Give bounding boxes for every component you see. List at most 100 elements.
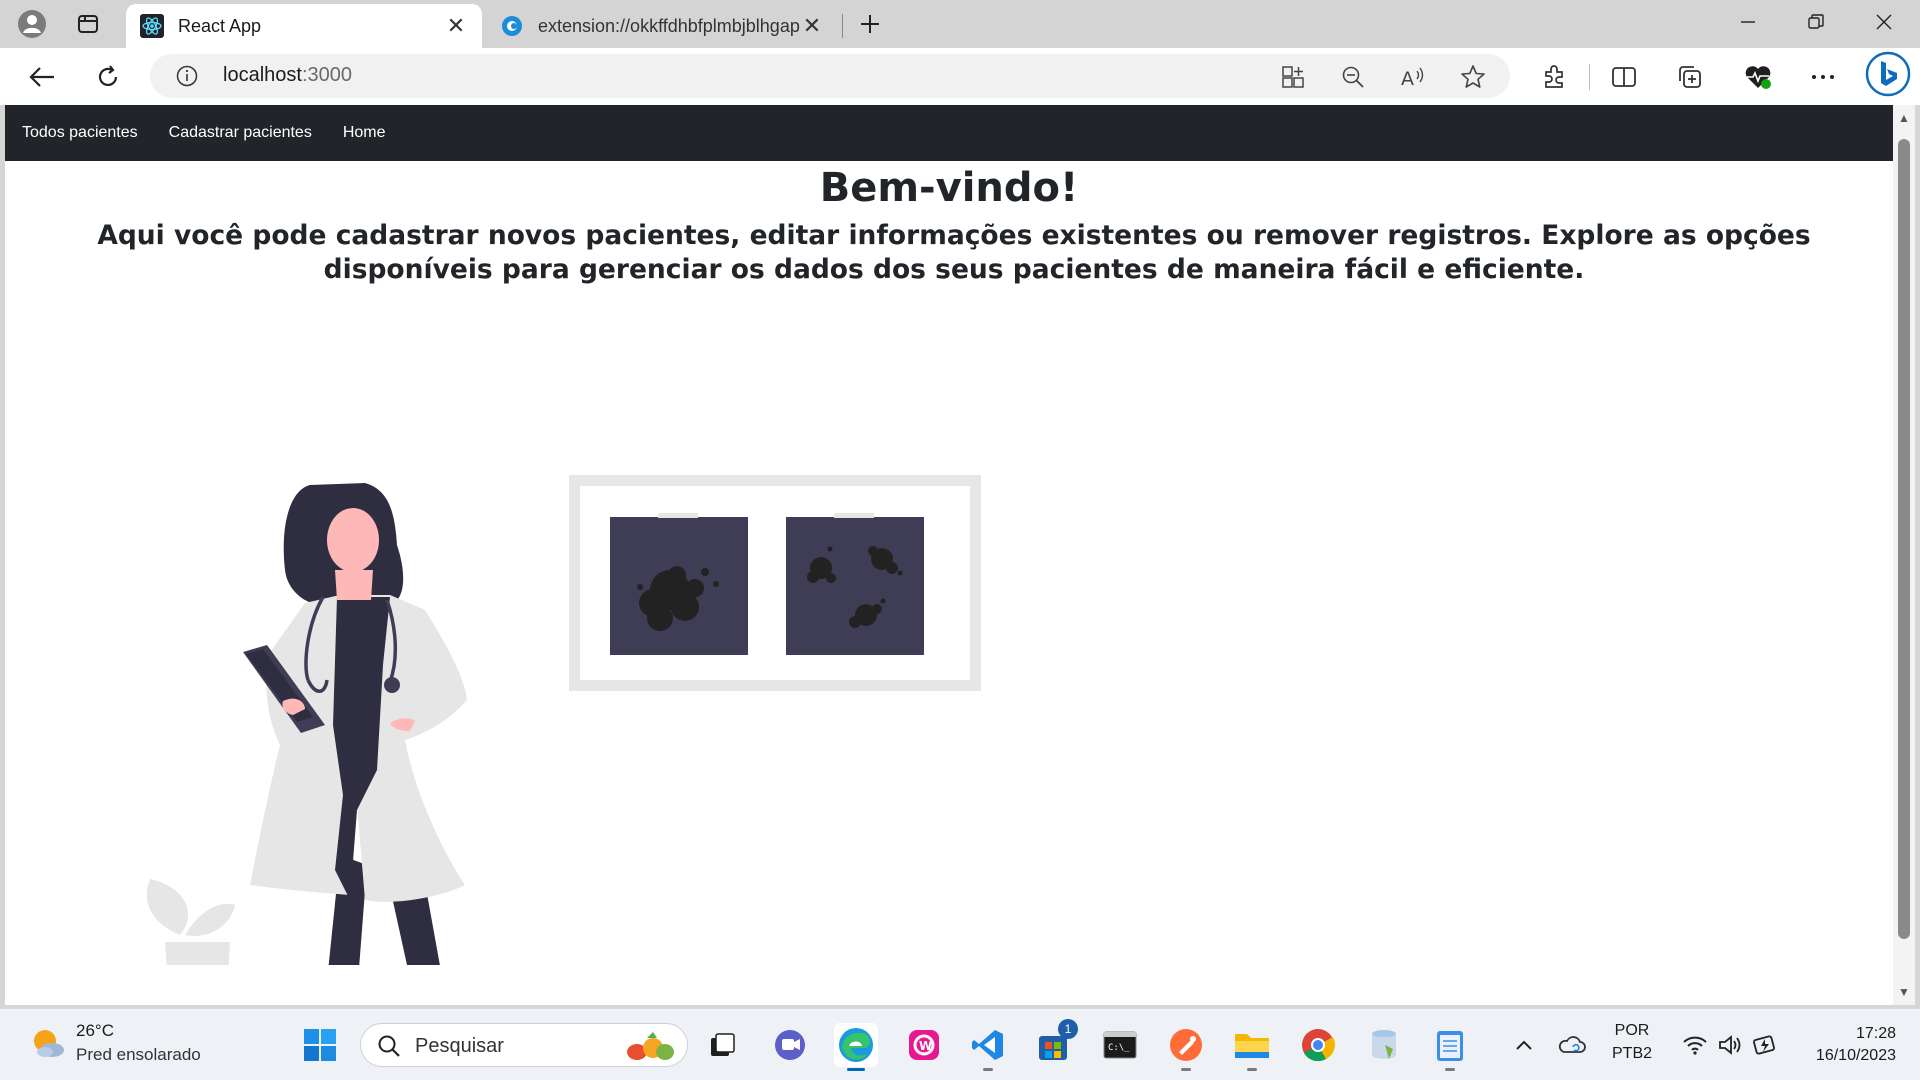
- wifi-icon: [1683, 1036, 1707, 1055]
- input-language-indicator[interactable]: POR PTB2: [1612, 1019, 1652, 1065]
- doctor-figure: [243, 483, 467, 965]
- collections-button[interactable]: [1673, 60, 1707, 94]
- search-highlight-icon: [627, 1032, 674, 1060]
- doctor-illustration: [146, 475, 981, 965]
- keyboard-layout: PTB2: [1612, 1045, 1653, 1062]
- heart-pulse-icon: [1745, 66, 1771, 89]
- store-badge: 1: [1058, 1019, 1078, 1039]
- database-app-button[interactable]: [1362, 1023, 1406, 1067]
- task-view-icon: [711, 1033, 735, 1056]
- extension-favicon-icon: [502, 16, 522, 36]
- clock-date: 16/10/2023: [1815, 1047, 1896, 1064]
- nav-link-home[interactable]: Home: [343, 124, 386, 142]
- minimize-icon: [1741, 21, 1755, 23]
- xray-film-right: [786, 517, 924, 655]
- scroll-down-arrow-icon[interactable]: ▼: [1897, 985, 1911, 999]
- profile-icon: [18, 10, 46, 38]
- more-icon: [1812, 75, 1834, 79]
- info-icon[interactable]: [176, 65, 198, 87]
- address-bar[interactable]: localhost:3000 A: [150, 54, 1510, 98]
- scroll-up-arrow-icon[interactable]: ▲: [1897, 111, 1911, 125]
- weather-temperature: 26°C: [76, 1021, 114, 1040]
- terminal-button[interactable]: C:\_: [1098, 1023, 1142, 1067]
- chevron-up-icon: [1516, 1040, 1532, 1050]
- tab-react-app[interactable]: React App ✕: [126, 4, 482, 48]
- windows-logo-icon: [304, 1029, 336, 1061]
- url-text[interactable]: localhost:3000: [223, 64, 352, 87]
- copilot-button[interactable]: [1864, 50, 1912, 98]
- sunny-weather-icon: [34, 1030, 64, 1057]
- star-icon: [1461, 65, 1485, 88]
- file-explorer-button[interactable]: [1230, 1023, 1274, 1071]
- postman-button[interactable]: [1164, 1023, 1208, 1071]
- volume-icon: [1719, 1035, 1741, 1055]
- vscode-button[interactable]: [966, 1023, 1010, 1071]
- plant-decoration: [146, 879, 235, 965]
- clock[interactable]: 17:28 16/10/2023: [1796, 1023, 1896, 1067]
- react-favicon-icon: [140, 14, 164, 38]
- page-title: Bem-vindo!: [819, 165, 1079, 211]
- clock-time: 17:28: [1855, 1025, 1896, 1042]
- close-icon: [1876, 14, 1892, 30]
- teams-chat-button[interactable]: [768, 1023, 812, 1067]
- start-button[interactable]: [298, 1023, 342, 1067]
- search-icon: [378, 1035, 400, 1057]
- store-button[interactable]: 1: [1032, 1019, 1078, 1067]
- tab-title: extension://okkffdhbfplmbjblhgapnchjinan…: [538, 15, 800, 36]
- quick-settings-button[interactable]: [1670, 1023, 1790, 1067]
- browser-toolbar: localhost:3000 A: [0, 48, 1920, 105]
- zoom-button[interactable]: [1340, 64, 1366, 90]
- edge-taskbar-button[interactable]: [834, 1023, 878, 1071]
- restore-button[interactable]: [1782, 0, 1850, 44]
- tab-actions-button[interactable]: [70, 6, 106, 42]
- profile-button[interactable]: [14, 6, 50, 42]
- plus-icon: [861, 15, 879, 33]
- nav-link-cadastrar-pacientes[interactable]: Cadastrar pacientes: [169, 124, 312, 142]
- bing-copilot-icon: [1865, 51, 1911, 97]
- page-description: Aqui você pode cadastrar novos pacientes…: [97, 220, 1811, 285]
- terminal-icon: C:\_: [1103, 1031, 1137, 1059]
- taskbar-search[interactable]: Pesquisar: [360, 1023, 688, 1067]
- read-aloud-button[interactable]: A: [1400, 64, 1426, 90]
- close-window-button[interactable]: [1850, 0, 1918, 44]
- extensions-button[interactable]: [1537, 60, 1571, 94]
- scroll-thumb[interactable]: [1898, 139, 1910, 939]
- notepad-button[interactable]: [1428, 1023, 1472, 1071]
- chrome-icon: [1302, 1029, 1335, 1062]
- app-available-button[interactable]: [1280, 64, 1306, 90]
- onedrive-sync-button[interactable]: [1552, 1023, 1592, 1067]
- collections-icon: [1679, 66, 1701, 88]
- favorite-button[interactable]: [1460, 64, 1486, 90]
- weather-condition: Pred ensolarado: [76, 1045, 201, 1064]
- toolbar-separator: [1589, 64, 1590, 90]
- tab-separator: [842, 14, 843, 38]
- weather-widget[interactable]: 26°C Pred ensolarado: [28, 1021, 201, 1065]
- xray-board: [569, 475, 981, 691]
- app-navbar: Todos pacientes Cadastrar pacientes Home: [5, 105, 1893, 161]
- new-tab-button[interactable]: [852, 6, 888, 42]
- url-port: :3000: [301, 64, 352, 86]
- zoom-out-icon: [1342, 66, 1364, 88]
- refresh-icon: [98, 65, 118, 86]
- apps-icon: [1282, 66, 1304, 88]
- svg-text:W: W: [919, 1039, 932, 1053]
- chat-icon: [775, 1030, 805, 1060]
- settings-more-button[interactable]: [1806, 60, 1840, 94]
- nav-link-todos-pacientes[interactable]: Todos pacientes: [22, 124, 138, 142]
- tab-close-button[interactable]: ✕: [800, 13, 824, 39]
- task-view-button[interactable]: [700, 1023, 744, 1067]
- refresh-button[interactable]: [88, 58, 128, 96]
- tab-close-button[interactable]: ✕: [444, 13, 468, 39]
- back-button[interactable]: [22, 58, 62, 96]
- wamp-app-button[interactable]: W: [902, 1023, 946, 1067]
- show-hidden-icons-button[interactable]: [1504, 1023, 1544, 1067]
- page-scrollbar[interactable]: ▲ ▼: [1893, 105, 1915, 1005]
- folder-icon: [1235, 1034, 1269, 1058]
- tab-extension[interactable]: extension://okkffdhbfplmbjblhgapnchjinan…: [486, 4, 838, 48]
- split-screen-button[interactable]: [1607, 60, 1641, 94]
- chrome-button[interactable]: [1296, 1023, 1340, 1067]
- battery-charging-icon: [1753, 1035, 1775, 1055]
- browser-essentials-button[interactable]: [1741, 60, 1775, 94]
- browser-tab-strip: React App ✕ extension://okkffdhbfplmbjbl…: [0, 0, 1920, 48]
- minimize-button[interactable]: [1714, 0, 1782, 44]
